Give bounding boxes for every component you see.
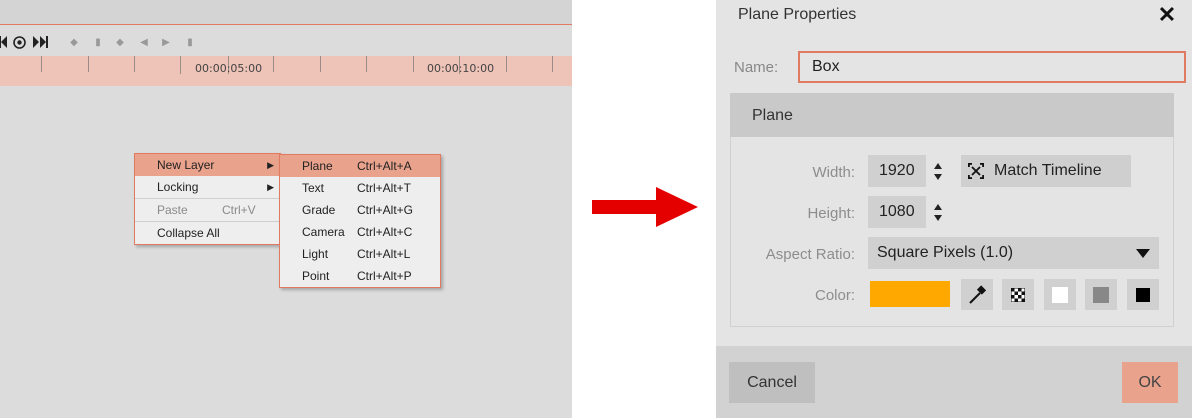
keyframe-prev-icon[interactable]: ◆ [68, 36, 80, 48]
keyframe-right-icon[interactable]: ▶ [160, 36, 172, 48]
black-color-button[interactable] [1127, 279, 1159, 310]
menu-item-shortcut: Ctrl+Alt+A [357, 159, 412, 173]
submenu-item-plane[interactable]: Plane Ctrl+Alt+A [280, 155, 440, 177]
height-field[interactable]: 1080 [868, 196, 926, 228]
ruler-label: 00:00:10:00 [427, 62, 495, 75]
ruler-tick [552, 56, 553, 72]
submenu-item-camera[interactable]: Camera Ctrl+Alt+C [280, 221, 440, 243]
keyframe-toggle-icon[interactable]: ◆ [114, 36, 126, 48]
menu-item-shortcut: Ctrl+Alt+L [357, 247, 411, 261]
menu-item-label: Locking [157, 180, 199, 194]
play-forward-icon[interactable] [33, 33, 49, 51]
menu-item-shortcut: Ctrl+Alt+G [357, 203, 414, 217]
submenu-arrow-icon: ▶ [267, 182, 274, 192]
section-title: Plane [752, 107, 793, 124]
fit-frame-icon [968, 163, 984, 179]
keyframe-left-icon[interactable]: ◀ [138, 36, 150, 48]
height-label: Height: [807, 205, 855, 222]
width-spinner-icon[interactable] [934, 160, 946, 184]
white-swatch-icon [1052, 287, 1068, 303]
menu-item-shortcut: Ctrl+Alt+P [357, 269, 412, 283]
white-color-button[interactable] [1044, 279, 1076, 310]
aspect-ratio-label: Aspect Ratio: [765, 246, 855, 263]
submenu-item-text[interactable]: Text Ctrl+Alt+T [280, 177, 440, 199]
submenu-item-light[interactable]: Light Ctrl+Alt+L [280, 243, 440, 265]
timeline-topbar [0, 0, 572, 25]
dialog-title: Plane Properties [738, 6, 857, 23]
transparent-color-button[interactable] [1002, 279, 1034, 310]
eyedropper-icon [969, 285, 987, 304]
ruler-tick [88, 56, 89, 72]
name-label: Name: [734, 59, 779, 76]
cancel-button[interactable]: Cancel [729, 362, 815, 403]
ok-button[interactable]: OK [1122, 362, 1178, 403]
right-arrow-icon [592, 187, 698, 227]
menu-item-label: Light [302, 247, 329, 261]
timeline-panel: ◆ ▮ ◆ ◀ ▶ ▮ 00:00:05:00 00:00:10:00 New … [0, 0, 572, 418]
menu-item-locking[interactable]: Locking ▶ [135, 176, 280, 198]
name-field[interactable] [798, 51, 1186, 83]
ruler-tick [366, 56, 367, 72]
menu-item-shortcut: Ctrl+Alt+C [357, 225, 413, 239]
keyframe-add-icon[interactable]: ▮ [92, 36, 104, 48]
close-icon[interactable]: ✕ [1154, 2, 1180, 28]
menu-item-label: Text [302, 181, 325, 195]
eyedropper-button[interactable] [961, 279, 993, 310]
transport-bar: ◆ ▮ ◆ ◀ ▶ ▮ [0, 28, 572, 56]
width-field[interactable]: 1920 [868, 155, 926, 187]
ruler-tick [413, 56, 414, 72]
menu-item-label: Grade [302, 203, 336, 217]
step-back-icon[interactable] [0, 33, 8, 51]
dialog-footer: Cancel OK [716, 346, 1192, 418]
color-swatch[interactable] [870, 281, 950, 307]
submenu-item-grade[interactable]: Grade Ctrl+Alt+G [280, 199, 440, 221]
match-timeline-button[interactable]: Match Timeline [961, 155, 1131, 187]
ruler-label: 00:00:05:00 [195, 62, 263, 75]
menu-item-label: Collapse All [157, 226, 220, 240]
submenu-item-point[interactable]: Point Ctrl+Alt+P [280, 265, 440, 287]
menu-item-label: New Layer [157, 158, 215, 172]
submenu-arrow-icon: ▶ [267, 160, 274, 170]
menu-item-label: Plane [302, 159, 333, 173]
ruler-tick [506, 56, 507, 72]
gray-color-button[interactable] [1085, 279, 1117, 310]
menu-item-label: Point [302, 269, 330, 283]
checkerboard-icon [1011, 288, 1025, 302]
aspect-ratio-select[interactable]: Square Pixels (1.0) [868, 237, 1159, 269]
ruler-tick [320, 56, 321, 72]
context-menu: New Layer ▶ Locking ▶ Paste Ctrl+V Colla… [134, 153, 281, 245]
menu-item-paste[interactable]: Paste Ctrl+V [135, 199, 280, 221]
black-swatch-icon [1136, 288, 1150, 302]
height-spinner-icon[interactable] [934, 201, 946, 225]
record-icon[interactable] [12, 33, 26, 51]
aspect-ratio-value: Square Pixels (1.0) [877, 244, 1014, 261]
match-timeline-label: Match Timeline [994, 162, 1102, 179]
keyframe-next-icon[interactable]: ▮ [184, 36, 196, 48]
dropdown-caret-icon [1136, 249, 1150, 258]
ruler-tick [273, 56, 274, 72]
timeline-ruler[interactable]: 00:00:05:00 00:00:10:00 [0, 56, 572, 86]
gray-swatch-icon [1093, 287, 1109, 303]
menu-item-label: Camera [302, 225, 345, 239]
menu-item-shortcut: Ctrl+Alt+T [357, 181, 412, 195]
menu-item-collapse-all[interactable]: Collapse All [135, 222, 280, 244]
new-layer-submenu: Plane Ctrl+Alt+A Text Ctrl+Alt+T Grade C… [279, 154, 441, 288]
ruler-tick [41, 56, 42, 72]
ruler-tick [134, 56, 135, 72]
color-label: Color: [814, 287, 855, 304]
menu-item-label: Paste [157, 203, 188, 217]
plane-properties-dialog: Plane Properties ✕ Name: Plane Width: 19… [716, 0, 1192, 418]
plane-section-header[interactable]: Plane [730, 93, 1174, 137]
menu-item-shortcut: Ctrl+V [222, 203, 256, 217]
ruler-tick [180, 56, 181, 74]
width-label: Width: [812, 164, 855, 181]
menu-item-new-layer[interactable]: New Layer ▶ [135, 154, 280, 176]
